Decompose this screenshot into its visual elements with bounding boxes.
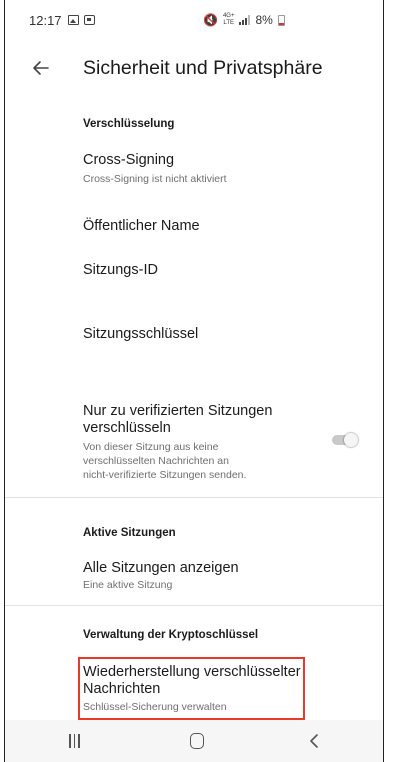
cross-signing-title: Cross-Signing bbox=[83, 152, 175, 168]
section-header-encryption: Verschlüsselung bbox=[83, 118, 175, 130]
status-bar: 12:17 bbox=[5, 0, 383, 40]
cross-signing-subtitle: Cross-Signing ist nicht aktiviert bbox=[83, 173, 227, 185]
session-key-title: Sitzungsschlüssel bbox=[83, 326, 199, 342]
show-all-sessions-subtitle: Eine aktive Sitzung bbox=[83, 579, 173, 591]
status-time: 12:17 bbox=[29, 12, 62, 28]
verified-only-title-line1: Nur zu verifizierten Sitzungen bbox=[83, 403, 273, 419]
show-all-sessions-title: Alle Sitzungen anzeigen bbox=[83, 560, 239, 576]
verified-only-subtitle-line3: nicht-verifizierte Sitzungen senden. bbox=[83, 469, 247, 481]
status-indicators: 🔇 4G+ LTE 8% bbox=[203, 0, 285, 40]
phone-frame: 12:17 🔇 4G+ LTE 8% Sicherheit und Privat… bbox=[4, 0, 384, 762]
section-header-active-sessions: Aktive Sitzungen bbox=[83, 527, 176, 539]
verified-only-subtitle-line1: Von dieser Sitzung aus keine bbox=[83, 441, 219, 453]
section-divider bbox=[5, 605, 383, 606]
verified-only-subtitle-line2: verschlüsselten Nachrichten an bbox=[83, 455, 229, 467]
arrow-left-icon[interactable] bbox=[31, 58, 51, 78]
public-name-title: Öffentlicher Name bbox=[83, 218, 200, 234]
verified-only-toggle[interactable] bbox=[328, 433, 360, 447]
network-type-bottom: LTE bbox=[223, 20, 234, 26]
highlight-box bbox=[78, 657, 305, 720]
recent-apps-icon[interactable] bbox=[69, 734, 83, 748]
session-id-title: Sitzungs-ID bbox=[83, 262, 158, 278]
verified-only-title-line2: verschlüsseln bbox=[83, 420, 171, 436]
toggle-thumb bbox=[344, 433, 358, 447]
page-title: Sicherheit und Privatsphäre bbox=[83, 57, 323, 79]
battery-percent: 8% bbox=[255, 13, 273, 27]
home-icon[interactable] bbox=[190, 733, 204, 749]
section-header-crypto-keys: Verwaltung der Kryptoschlüssel bbox=[83, 629, 259, 641]
gallery-notification-icon bbox=[67, 15, 79, 25]
mute-icon: 🔇 bbox=[203, 13, 218, 27]
network-type-top: 4G+ bbox=[222, 13, 235, 19]
app-bar: Sicherheit und Privatsphäre bbox=[5, 40, 383, 98]
signal-icon bbox=[239, 15, 251, 25]
battery-icon bbox=[277, 14, 285, 26]
system-nav-bar bbox=[5, 720, 383, 762]
app-notification-icon bbox=[83, 15, 95, 25]
back-chevron-icon[interactable] bbox=[307, 732, 321, 750]
network-type-icon: 4G+ LTE bbox=[223, 13, 235, 27]
section-divider bbox=[5, 497, 383, 498]
